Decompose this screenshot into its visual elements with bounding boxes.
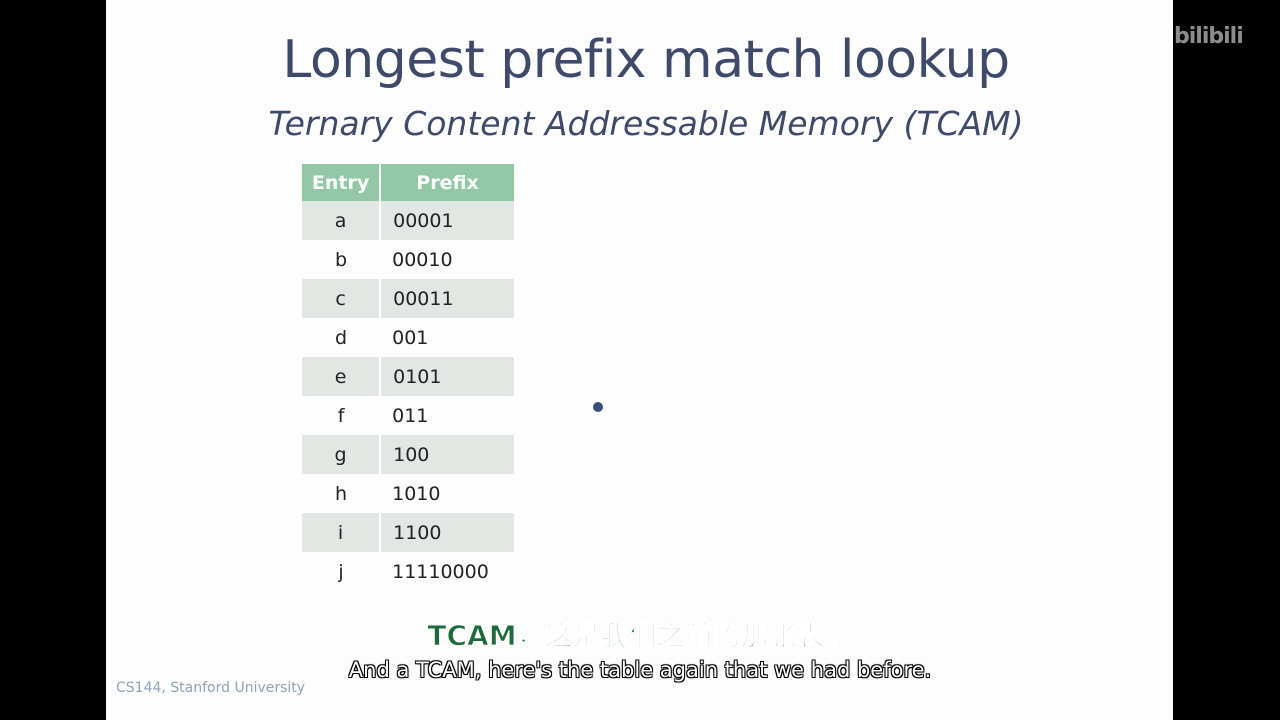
subtitle-english: And a TCAM, here's the table again that …	[348, 658, 932, 682]
prefix-cell: 011	[392, 404, 429, 427]
table-row: f 011	[302, 396, 514, 435]
entry-cell: a	[302, 201, 382, 240]
prefix-cell: 100	[380, 435, 514, 474]
header-entry: Entry	[302, 164, 382, 201]
table-row: h 1010	[302, 474, 514, 513]
entry-cell: e	[302, 357, 382, 396]
entry-cell: f	[337, 404, 345, 427]
prefix-cell: 11110000	[392, 560, 489, 583]
header-prefix: Prefix	[380, 164, 514, 201]
table-row: a 00001	[302, 201, 514, 240]
table-row: g 100	[302, 435, 514, 474]
entry-cell: h	[335, 482, 348, 505]
entry-cell: i	[302, 513, 382, 552]
table-row: d 001	[302, 318, 514, 357]
slide: Longest prefix match lookup Ternary Cont…	[106, 0, 1173, 720]
prefix-table: Entry Prefix a 00001 b 00010 c 00011 d 0…	[302, 164, 514, 591]
entry-cell: j	[338, 560, 344, 583]
entry-cell: g	[302, 435, 382, 474]
prefix-cell: 1010	[392, 482, 441, 505]
slide-subtitle: Ternary Content Addressable Memory (TCAM…	[268, 104, 1024, 143]
table-row: i 1100	[302, 513, 514, 552]
prefix-cell: 001	[392, 326, 429, 349]
table-header-row: Entry Prefix	[302, 164, 514, 201]
table-row: b 00010	[302, 240, 514, 279]
bilibili-logo: bilibili	[1174, 24, 1244, 49]
prefix-cell: 00010	[392, 248, 453, 271]
slide-title: Longest prefix match lookup	[282, 30, 1010, 90]
video-frame: Longest prefix match lookup Ternary Cont…	[0, 0, 1280, 720]
entry-cell: d	[335, 326, 348, 349]
table-row: e 0101	[302, 357, 514, 396]
subtitle-chinese: TCAM，这是我们之前的那张表。	[427, 619, 853, 653]
prefix-cell: 00011	[380, 279, 514, 318]
slide-footer: CS144, Stanford University	[116, 680, 306, 696]
table-row: j 11110000	[302, 552, 514, 591]
laser-pointer-dot	[593, 402, 603, 412]
prefix-cell: 00001	[380, 201, 514, 240]
entry-cell: b	[335, 248, 348, 271]
prefix-cell: 0101	[380, 357, 514, 396]
prefix-cell: 1100	[380, 513, 514, 552]
table-row: c 00011	[302, 279, 514, 318]
entry-cell: c	[302, 279, 382, 318]
